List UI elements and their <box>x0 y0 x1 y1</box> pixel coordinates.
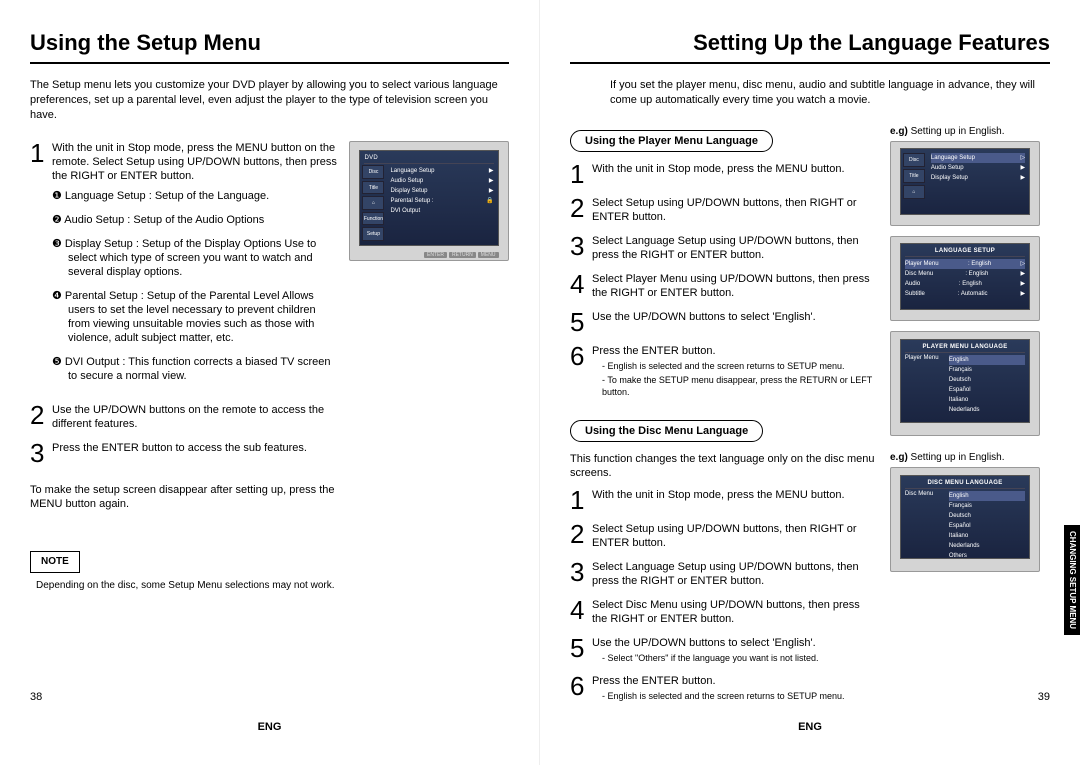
footer-eng: ENG <box>540 721 1080 733</box>
s2-5: Use the UP/DOWN buttons to select 'Engli… <box>592 636 878 664</box>
subnote: Select "Others" if the language you want… <box>602 652 878 664</box>
step-number: 2 <box>30 403 52 431</box>
subnote: To make the SETUP menu disappear, press … <box>602 374 878 398</box>
step-number: 6 <box>570 674 592 702</box>
step-number: 2 <box>570 196 592 224</box>
intro-right: If you set the player menu, disc menu, a… <box>610 78 1050 108</box>
section-disc-menu: Using the Disc Menu Language <box>570 420 763 442</box>
closing-text: To make the setup screen disappear after… <box>30 483 337 511</box>
fig-disc-menu-lang: DISC MENU LANGUAGE Disc Menu English Fra… <box>890 467 1040 572</box>
page-38: Using the Setup Menu The Setup menu lets… <box>0 0 540 765</box>
page-number: 39 <box>1038 691 1050 703</box>
left-content: 1 With the unit in Stop mode, press the … <box>30 141 509 593</box>
eg-label-2: e.g) Setting up in English. <box>890 452 1005 463</box>
footer-eng: ENG <box>0 721 539 733</box>
s2-1: With the unit in Stop mode, press the ME… <box>592 488 878 512</box>
page-spread: Using the Setup Menu The Setup menu lets… <box>0 0 1080 765</box>
intro-left: The Setup menu lets you customize your D… <box>30 78 509 123</box>
s2-3: Select Language Setup using UP/DOWN butt… <box>592 560 878 588</box>
note-label: NOTE <box>30 551 80 573</box>
screen-main: Language Setup▶ Audio Setup▶ Display Set… <box>390 166 493 216</box>
step3-text: Press the ENTER button to access the sub… <box>52 441 337 465</box>
s1-4: Select Player Menu using UP/DOWN buttons… <box>592 272 878 300</box>
step-number: 1 <box>570 488 592 512</box>
s1-3: Select Language Setup using UP/DOWN butt… <box>592 234 878 262</box>
fig-lang-setup: Disc Menu Title Menu ⌂ Language Setup▷ A… <box>890 141 1040 226</box>
step-number: 2 <box>570 522 592 550</box>
step-number: 4 <box>570 598 592 626</box>
screen-header: DVD <box>364 155 493 164</box>
bullet-parental-setup: ❹ Parental Setup : Setup of the Parental… <box>68 289 337 345</box>
subnote: English is selected and the screen retur… <box>602 690 878 702</box>
note-text: Depending on the disc, some Setup Menu s… <box>36 579 337 593</box>
step-body: With the unit in Stop mode, press the ME… <box>52 141 337 393</box>
page-title-left: Using the Setup Menu <box>30 30 509 64</box>
s1-6: Press the ENTER button. English is selec… <box>592 344 878 398</box>
fig-player-menu-lang: PLAYER MENU LANGUAGE Player Menu English… <box>890 331 1040 436</box>
fig-language-setup-list: LANGUAGE SETUP Player Menu: English▷ Dis… <box>890 236 1040 321</box>
page-title-right: Setting Up the Language Features <box>570 30 1050 64</box>
step-number: 1 <box>570 162 592 186</box>
bullet-display-setup: ❸ Display Setup : Setup of the Display O… <box>68 237 337 279</box>
right-text-col: Using the Player Menu Language 1With the… <box>570 126 878 712</box>
step1-text: With the unit in Stop mode, press the ME… <box>52 142 337 182</box>
s1-5: Use the UP/DOWN buttons to select 'Engli… <box>592 310 878 334</box>
step-number: 6 <box>570 344 592 398</box>
screen-sidebar: Disc Menu Title Menu ⌂ Function Setup <box>362 165 384 241</box>
bullet-lang-setup: ❶ Language Setup : Setup of the Language… <box>68 189 337 203</box>
left-text-col: 1 With the unit in Stop mode, press the … <box>30 141 337 593</box>
bullet-audio-setup: ❷ Audio Setup : Setup of the Audio Optio… <box>68 213 337 227</box>
step-number: 3 <box>570 560 592 588</box>
s1-2: Select Setup using UP/DOWN buttons, then… <box>592 196 878 224</box>
step-number: 5 <box>570 636 592 664</box>
eg-label: e.g) e.g) Setting up in English.Setting … <box>890 126 1005 137</box>
page-39: Setting Up the Language Features If you … <box>540 0 1080 765</box>
section2-intro: This function changes the text language … <box>570 452 878 480</box>
setup-menu-screenshot: DVD Disc Menu Title Menu ⌂ Function Setu… <box>349 141 509 261</box>
page-number: 38 <box>30 691 42 703</box>
s2-2: Select Setup using UP/DOWN buttons, then… <box>592 522 878 550</box>
step-number: 3 <box>30 441 52 465</box>
s1-1: With the unit in Stop mode, press the ME… <box>592 162 878 186</box>
step-number: 5 <box>570 310 592 334</box>
section-player-menu: Using the Player Menu Language <box>570 130 773 152</box>
step2-text: Use the UP/DOWN buttons on the remote to… <box>52 403 337 431</box>
left-figure-col: DVD Disc Menu Title Menu ⌂ Function Setu… <box>349 141 509 593</box>
s2-4: Select Disc Menu using UP/DOWN buttons, … <box>592 598 878 626</box>
screen-buttons: ENTER RETURN MENU <box>359 252 498 258</box>
step-number: 1 <box>30 141 52 393</box>
right-content: Using the Player Menu Language 1With the… <box>570 126 1050 712</box>
subnote: English is selected and the screen retur… <box>602 360 878 372</box>
step-number: 3 <box>570 234 592 262</box>
right-figure-col: e.g) e.g) Setting up in English.Setting … <box>890 126 1050 712</box>
side-tab: CHANGING SETUP MENU <box>1064 525 1080 635</box>
step-number: 4 <box>570 272 592 300</box>
bullet-dvi-output: ❺ DVI Output : This function corrects a … <box>68 355 337 383</box>
s2-6: Press the ENTER button. English is selec… <box>592 674 878 702</box>
